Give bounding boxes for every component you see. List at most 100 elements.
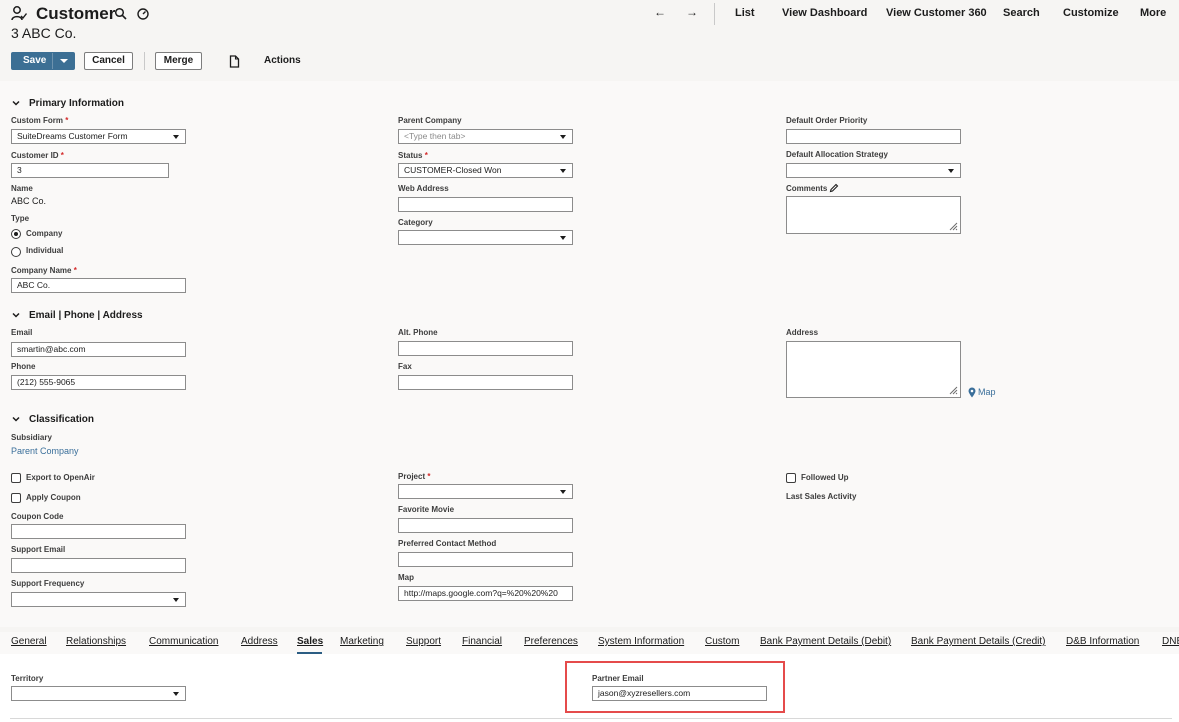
default-order-priority-label: Default Order Priority xyxy=(786,116,868,125)
tab-bank-payment-credit[interactable]: Bank Payment Details (Credit) xyxy=(911,636,1046,647)
nav-more[interactable]: More xyxy=(1140,7,1166,19)
default-order-priority-field[interactable] xyxy=(786,129,961,144)
comments-label: Comments xyxy=(786,184,828,193)
tab-sales[interactable]: Sales xyxy=(297,636,323,647)
tab-support[interactable]: Support xyxy=(406,636,441,647)
subtab-bar: General Relationships Communication Addr… xyxy=(0,632,1179,654)
save-dropdown-caret-icon[interactable] xyxy=(52,53,74,69)
tab-system-information[interactable]: System Information xyxy=(598,636,684,647)
category-select[interactable] xyxy=(398,230,573,245)
chevron-down-icon[interactable] xyxy=(12,415,20,423)
merge-button[interactable]: Merge xyxy=(155,52,202,70)
type-company-radio[interactable] xyxy=(11,229,21,239)
tab-bank-payment-debit[interactable]: Bank Payment Details (Debit) xyxy=(760,636,891,647)
name-label: Name xyxy=(11,184,33,193)
alt-phone-label: Alt. Phone xyxy=(398,328,438,337)
map-url-field[interactable]: http://maps.google.com?q=%20%20%20 xyxy=(398,586,573,601)
territory-select[interactable] xyxy=(11,686,186,701)
nav-search[interactable]: Search xyxy=(1003,7,1040,19)
cancel-button[interactable]: Cancel xyxy=(84,52,133,70)
support-frequency-select[interactable] xyxy=(11,592,186,607)
web-address-label: Web Address xyxy=(398,184,449,193)
nav-customize[interactable]: Customize xyxy=(1063,7,1119,19)
tab-communication[interactable]: Communication xyxy=(149,636,218,647)
nav-divider xyxy=(714,3,715,25)
default-allocation-strategy-select[interactable] xyxy=(786,163,961,178)
email-field[interactable]: smartin@abc.com xyxy=(11,342,186,357)
save-button[interactable]: Save xyxy=(11,52,75,70)
nav-list[interactable]: List xyxy=(735,7,755,19)
company-name-label: Company Name * xyxy=(11,266,77,275)
coupon-code-field[interactable] xyxy=(11,524,186,539)
project-label: Project * xyxy=(398,472,431,481)
category-label: Category xyxy=(398,218,433,227)
back-arrow-icon[interactable]: ← xyxy=(654,5,666,19)
subsidiary-label: Subsidiary xyxy=(11,433,52,442)
nav-view-customer-360[interactable]: View Customer 360 xyxy=(886,7,987,19)
pencil-icon[interactable] xyxy=(829,183,839,193)
parent-company-select[interactable]: <Type then tab> xyxy=(398,129,573,144)
document-icon[interactable] xyxy=(229,55,240,68)
type-individual-label: Individual xyxy=(26,246,64,255)
export-openair-checkbox[interactable] xyxy=(11,473,21,483)
preferred-contact-field[interactable] xyxy=(398,552,573,567)
section-email-phone-address[interactable]: Email | Phone | Address xyxy=(29,310,143,321)
resize-grip-icon[interactable] xyxy=(948,221,958,231)
chevron-down-icon[interactable] xyxy=(12,311,20,319)
actions-menu[interactable]: Actions xyxy=(264,55,301,66)
forward-arrow-icon[interactable]: → xyxy=(686,5,698,19)
partner-email-highlight-box xyxy=(565,661,785,713)
dashboard-gauge-icon[interactable] xyxy=(136,7,150,21)
coupon-code-label: Coupon Code xyxy=(11,512,64,521)
tab-dnb-information[interactable]: D&B Information xyxy=(1066,636,1139,647)
fax-field[interactable] xyxy=(398,375,573,390)
project-select[interactable] xyxy=(398,484,573,499)
company-name-field[interactable]: ABC Co. xyxy=(11,278,186,293)
comments-textarea[interactable] xyxy=(786,196,961,234)
tab-financial[interactable]: Financial xyxy=(462,636,502,647)
tab-preferences[interactable]: Preferences xyxy=(524,636,578,647)
type-individual-radio[interactable] xyxy=(11,247,21,257)
record-name: 3 ABC Co. xyxy=(11,25,77,41)
subtab-panel-divider xyxy=(10,718,1172,719)
tab-relationships[interactable]: Relationships xyxy=(66,636,126,647)
save-button-label: Save xyxy=(23,55,47,66)
map-pin-icon[interactable] xyxy=(968,387,976,398)
fax-label: Fax xyxy=(398,362,412,371)
support-email-field[interactable] xyxy=(11,558,186,573)
status-select[interactable]: CUSTOMER-Closed Won xyxy=(398,163,573,178)
search-icon[interactable] xyxy=(114,7,128,21)
apply-coupon-label: Apply Coupon xyxy=(26,493,81,502)
resize-grip-icon[interactable] xyxy=(948,385,958,395)
customer-record-icon xyxy=(11,6,27,21)
map-label: Map xyxy=(398,573,414,582)
web-address-field[interactable] xyxy=(398,197,573,212)
section-primary-information[interactable]: Primary Information xyxy=(29,98,124,109)
favorite-movie-field[interactable] xyxy=(398,518,573,533)
default-allocation-strategy-label: Default Allocation Strategy xyxy=(786,150,888,159)
followed-up-label: Followed Up xyxy=(801,473,849,482)
customer-id-field[interactable]: 3 xyxy=(11,163,169,178)
address-textarea[interactable] xyxy=(786,341,961,398)
custom-form-select[interactable]: SuiteDreams Customer Form xyxy=(11,129,186,144)
phone-label: Phone xyxy=(11,362,36,371)
followed-up-checkbox[interactable] xyxy=(786,473,796,483)
tab-address[interactable]: Address xyxy=(241,636,278,647)
tab-general[interactable]: General xyxy=(11,636,47,647)
nav-view-dashboard[interactable]: View Dashboard xyxy=(782,7,867,19)
section-classification[interactable]: Classification xyxy=(29,414,94,425)
tab-marketing[interactable]: Marketing xyxy=(340,636,384,647)
subsidiary-value[interactable]: Parent Company xyxy=(11,446,79,456)
alt-phone-field[interactable] xyxy=(398,341,573,356)
tab-custom[interactable]: Custom xyxy=(705,636,739,647)
address-label: Address xyxy=(786,328,819,337)
tab-dnb[interactable]: DNB xyxy=(1162,636,1179,647)
support-frequency-label: Support Frequency xyxy=(11,579,85,588)
chevron-down-icon[interactable] xyxy=(12,99,20,107)
map-link[interactable]: Map xyxy=(978,387,996,397)
record-header: Customer 3 ABC Co. ← → List View Dashboa… xyxy=(0,0,1179,48)
last-sales-activity-label: Last Sales Activity xyxy=(786,492,857,501)
name-value: ABC Co. xyxy=(11,196,47,206)
apply-coupon-checkbox[interactable] xyxy=(11,493,21,503)
phone-field[interactable]: (212) 555-9065 xyxy=(11,375,186,390)
